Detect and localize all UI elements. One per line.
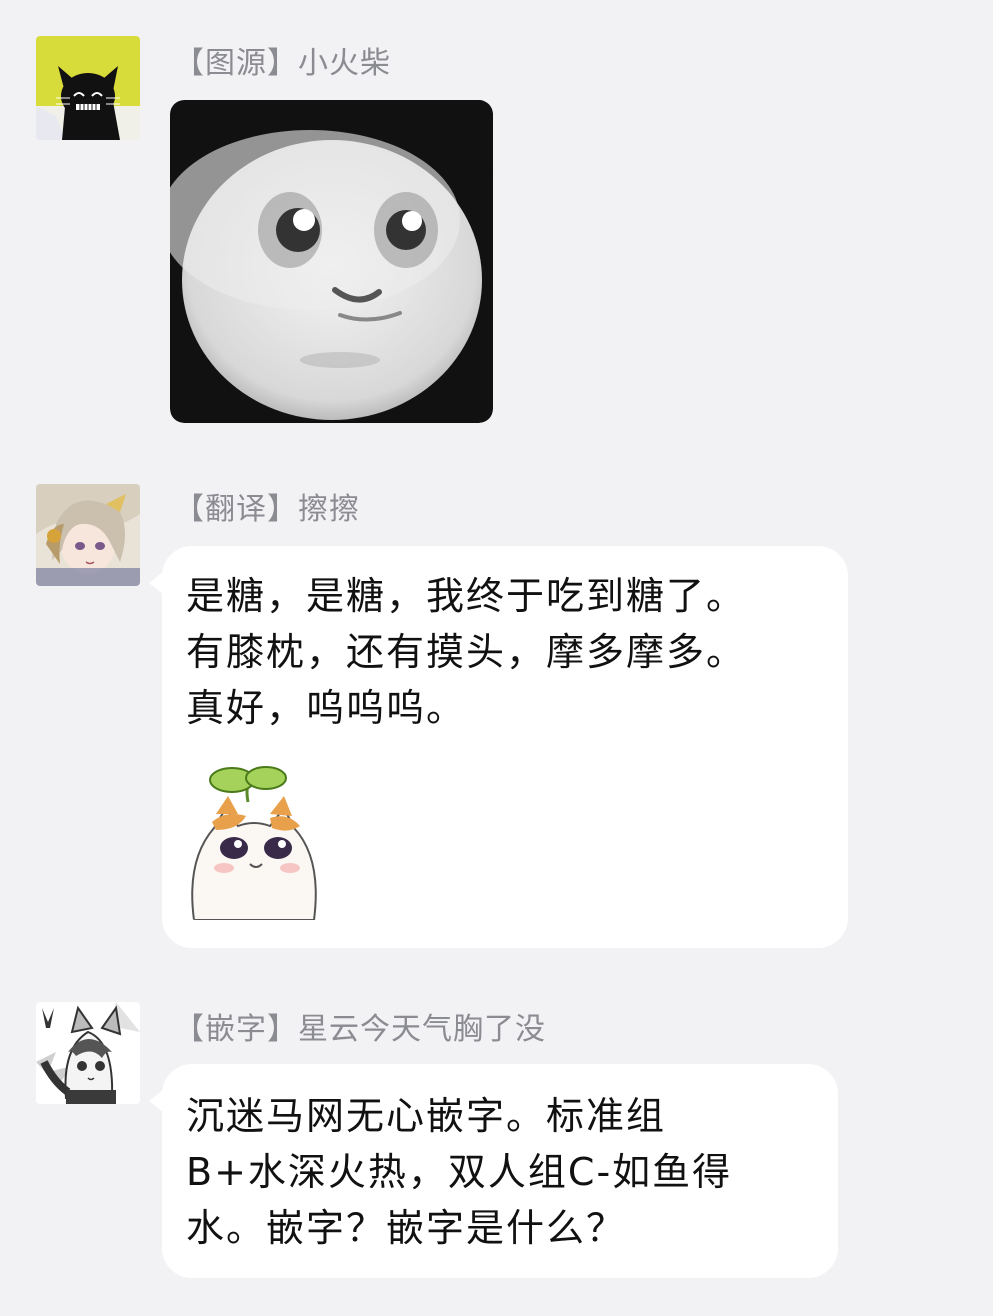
sender-name: 【翻译】擦擦	[174, 492, 360, 527]
message-bubble[interactable]: 是糖，是糖，我终于吃到糖了。 有膝枕，还有摸头，摩多摩多。 真好，呜呜呜。	[149, 546, 848, 948]
anime-character-avatar-icon[interactable]	[36, 484, 140, 586]
message-bubble[interactable]: 沉迷马网无心嵌字。标准组 B+水深火热，双人组C-如鱼得 水。嵌字？嵌字是什么？	[149, 1064, 838, 1278]
sprout-cat-sticker-icon[interactable]	[186, 750, 326, 920]
panda-face-sticker-icon[interactable]	[170, 100, 493, 423]
sender-name: 【图源】小火柴	[174, 46, 391, 81]
fox-girl-avatar-icon[interactable]	[36, 1002, 140, 1104]
sender-name: 【嵌字】星云今天气胸了没	[174, 1012, 546, 1047]
black-cat-avatar-icon[interactable]	[36, 36, 140, 140]
message-text: 是糖，是糖，我终于吃到糖了。 有膝枕，还有摸头，摩多摩多。 真好，呜呜呜。	[186, 574, 747, 730]
message-text: 沉迷马网无心嵌字。标准组 B+水深火热，双人组C-如鱼得 水。嵌字？嵌字是什么？	[186, 1094, 733, 1250]
